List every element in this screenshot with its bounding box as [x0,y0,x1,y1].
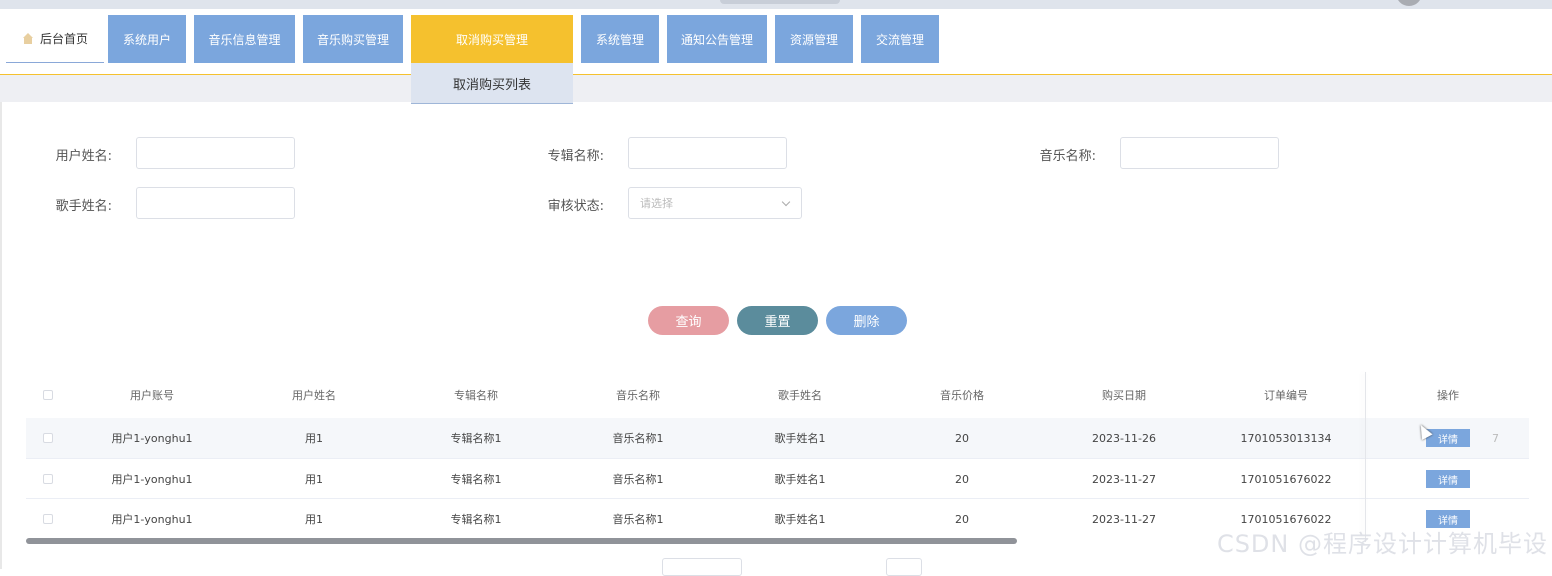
cell-user-name: 用1 [305,473,323,486]
music-label: 音乐名称: [1039,149,1096,164]
top-decoration [720,0,840,4]
delete-button[interactable]: 删除 [826,306,907,335]
nav-item-system-users[interactable]: 系统用户 [108,15,186,63]
breadcrumb-band [0,75,1552,102]
cell-album: 专辑名称1 [450,432,502,445]
col-album: 专辑名称 [454,389,498,402]
cell-date: 2023-11-27 [1092,512,1156,526]
dropdown-item-cancel-list[interactable]: 取消购买列表 [411,63,573,104]
cell-album: 专辑名称1 [450,513,502,526]
cell-account: 用户1-yonghu1 [111,473,193,486]
horizontal-scrollbar[interactable] [26,538,1017,544]
row-checkbox[interactable] [43,474,53,484]
select-all-checkbox[interactable] [43,390,53,400]
nav-item-cancel-purchase[interactable]: 取消购买管理 [411,15,573,63]
avatar[interactable] [1396,0,1422,6]
row-checkbox[interactable] [43,514,53,524]
cell-singer: 歌手姓名1 [774,473,826,486]
nav-item-system-admin[interactable]: 系统管理 [581,15,659,63]
cell-singer: 歌手姓名1 [774,432,826,445]
status-label: 审核状态: [547,199,604,214]
cell-account: 用户1-yonghu1 [111,432,193,445]
col-order-no: 订单编号 [1264,389,1308,402]
cell-date: 2023-11-26 [1092,431,1156,445]
status-select[interactable]: 请选择 [628,187,802,219]
cell-music: 音乐名称1 [612,513,664,526]
cell-music: 音乐名称1 [612,473,664,486]
table-row[interactable]: 用户1-yonghu1 用1 专辑名称1 音乐名称1 歌手姓名1 20 2023… [26,418,1529,458]
cell-order-no: 1701053013134 [1240,431,1332,445]
nav-item-notices[interactable]: 通知公告管理 [667,15,767,63]
album-label: 专辑名称: [547,149,604,164]
col-user-name: 用户姓名 [292,389,336,402]
cell-music: 音乐名称1 [612,432,664,445]
col-price: 音乐价格 [940,389,984,402]
user-name-label: 用户姓名: [55,149,112,164]
cell-price: 20 [955,472,969,486]
page-jump-input[interactable] [886,558,922,576]
singer-input[interactable] [136,187,295,219]
row-checkbox[interactable] [43,433,53,443]
nav-item-music-info[interactable]: 音乐信息管理 [194,15,295,63]
nav-item-music-purchase[interactable]: 音乐购买管理 [303,15,403,63]
table-row[interactable]: 用户1-yonghu1 用1 专辑名称1 音乐名称1 歌手姓名1 20 2023… [26,459,1529,499]
ghost-text: 7 [1492,432,1499,445]
cell-price: 20 [955,431,969,445]
window-top-strip [0,0,1552,9]
chevron-down-icon [781,197,791,207]
query-button[interactable]: 查询 [648,306,729,335]
watermark: CSDN @程序设计计算机毕设 [1216,530,1548,558]
cell-order-no: 1701051676022 [1240,472,1332,486]
col-singer: 歌手姓名 [778,389,822,402]
col-music: 音乐名称 [616,389,660,402]
cell-price: 20 [955,512,969,526]
col-account: 用户账号 [130,389,174,402]
reset-button[interactable]: 重置 [737,306,818,335]
nav-item-exchange[interactable]: 交流管理 [861,15,939,63]
nav-item-resources[interactable]: 资源管理 [775,15,853,63]
nav-home[interactable]: 后台首页 [6,15,104,63]
col-actions: 操作 [1437,389,1459,402]
table-header-row: 用户账号 用户姓名 专辑名称 音乐名称 歌手姓名 音乐价格 购买日期 订单编号 … [26,372,1529,418]
cell-singer: 歌手姓名1 [774,513,826,526]
col-date: 购买日期 [1102,389,1146,402]
detail-button[interactable]: 详情 [1426,470,1470,488]
cell-account: 用户1-yonghu1 [111,513,193,526]
nav-home-label: 后台首页 [39,32,88,46]
music-input[interactable] [1120,137,1279,169]
cell-date: 2023-11-27 [1092,472,1156,486]
detail-button[interactable]: 详情 [1426,429,1470,447]
cell-user-name: 用1 [305,513,323,526]
user-name-input[interactable] [136,137,295,169]
singer-label: 歌手姓名: [55,199,112,214]
top-nav: 后台首页 系统用户 音乐信息管理 音乐购买管理 取消购买管理 系统管理 通知公告… [0,9,1552,75]
cell-user-name: 用1 [305,432,323,445]
status-placeholder: 请选择 [640,197,673,210]
page-size-select[interactable] [662,558,742,576]
album-input[interactable] [628,137,787,169]
fixed-column-shadow [1365,372,1366,542]
cell-album: 专辑名称1 [450,473,502,486]
home-icon [22,32,34,45]
